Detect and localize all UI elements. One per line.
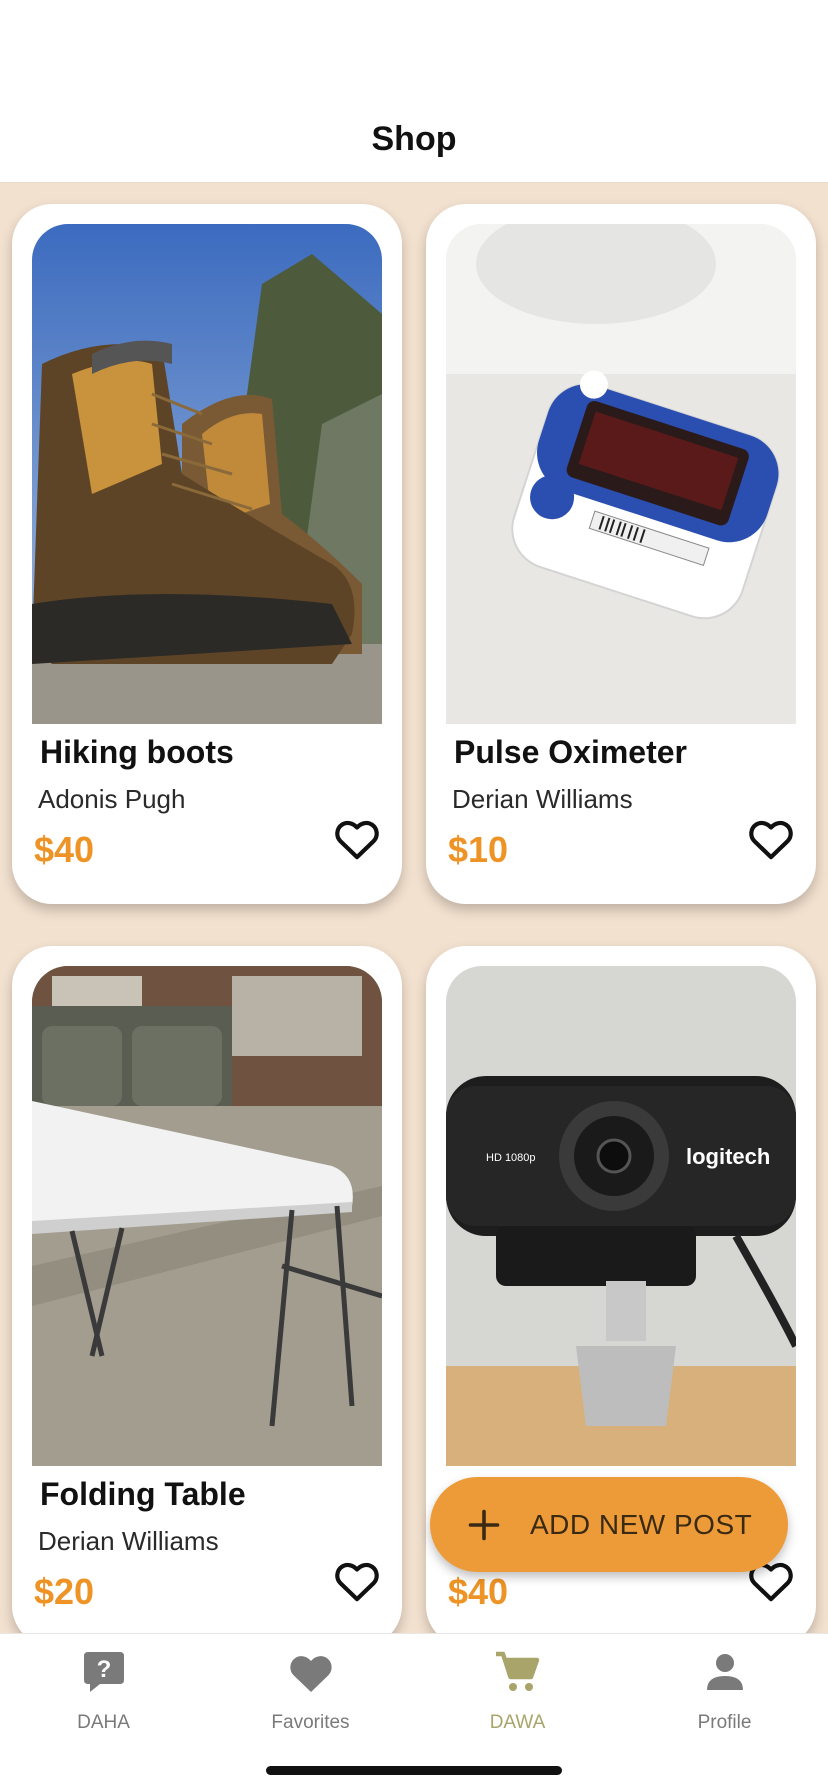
page-title: Shop (371, 120, 457, 158)
product-title: Pulse Oximeter (454, 734, 687, 770)
add-new-post-button[interactable]: ADD NEW POST (430, 1477, 788, 1572)
question-bubble-icon: ? (83, 1652, 124, 1692)
product-seller: Derian Williams (452, 784, 633, 814)
svg-text:?: ? (96, 1656, 111, 1683)
product-seller: Adonis Pugh (38, 784, 186, 814)
tab-daha[interactable]: ? DAHA (0, 1648, 207, 1758)
person-icon (706, 1654, 743, 1690)
tab-label: Favorites (271, 1712, 350, 1733)
home-indicator[interactable] (266, 1766, 562, 1775)
heart-outline-icon[interactable] (334, 1560, 380, 1602)
svg-text:logitech: logitech (686, 1144, 770, 1169)
product-price: $20 (34, 1571, 95, 1612)
product-title: Hiking boots (40, 734, 234, 770)
tab-label: DAWA (489, 1712, 546, 1733)
product-image-hiking-boots[interactable] (32, 224, 382, 724)
product-price: $40 (448, 1571, 509, 1612)
product-grid[interactable]: Hiking boots Adonis Pugh $40 Pulse Oxime… (0, 183, 828, 1633)
product-seller: Derian Williams (38, 1526, 219, 1556)
app-header: Shop (0, 0, 828, 183)
tab-profile[interactable]: Profile (621, 1648, 828, 1758)
svg-text:HD 1080p: HD 1080p (486, 1152, 536, 1164)
tab-dawa[interactable]: DAWA (414, 1648, 621, 1758)
product-card[interactable]: Folding Table Derian Williams $20 (12, 946, 402, 1633)
product-price: $10 (448, 829, 509, 870)
product-image-pulse-oximeter[interactable] (446, 224, 796, 724)
heart-outline-icon[interactable] (334, 818, 380, 860)
heart-outline-icon[interactable] (748, 818, 794, 860)
product-image-folding-table[interactable] (32, 966, 382, 1466)
tab-label: DAHA (77, 1712, 130, 1733)
tab-favorites[interactable]: Favorites (207, 1648, 414, 1758)
product-title: Folding Table (40, 1476, 246, 1512)
product-price: $40 (34, 829, 95, 870)
product-image-webcam[interactable]: HD 1080p logitech (446, 966, 796, 1466)
add-new-post-label: ADD NEW POST (530, 1508, 753, 1540)
tab-label: Profile (697, 1712, 752, 1733)
cart-icon (495, 1651, 539, 1691)
product-card[interactable]: Hiking boots Adonis Pugh $40 (12, 204, 402, 904)
heart-icon (289, 1656, 332, 1692)
plus-icon (468, 1509, 500, 1540)
product-card[interactable]: Pulse Oximeter Derian Williams $10 (426, 204, 816, 904)
